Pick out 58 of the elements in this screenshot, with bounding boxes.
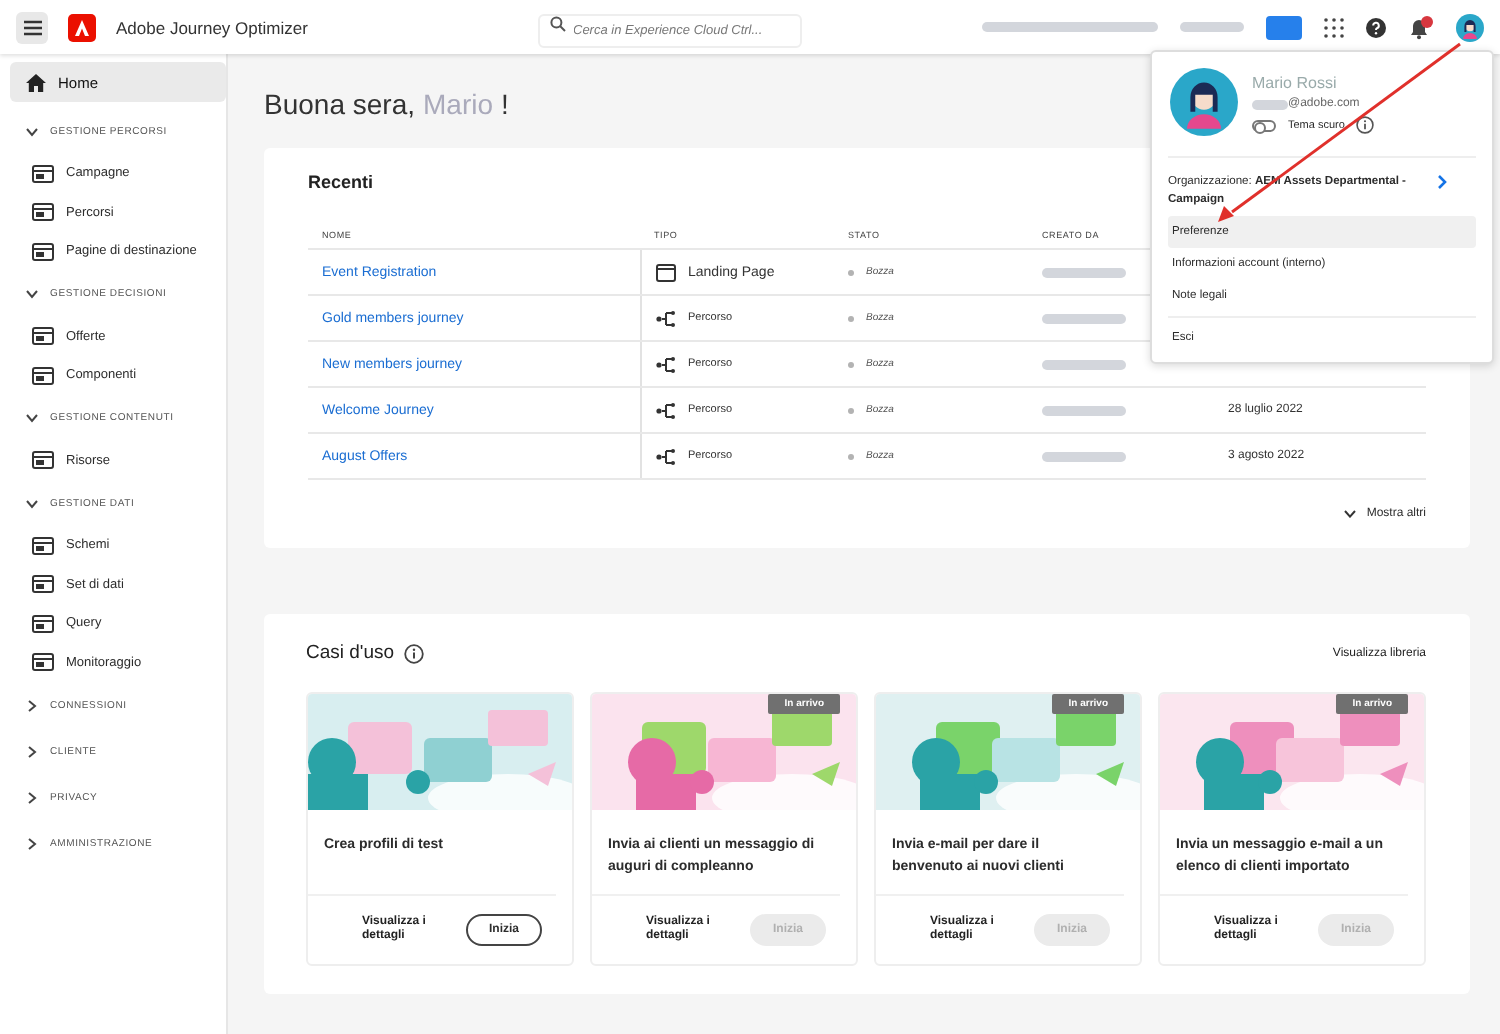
redacted-text: [1180, 22, 1244, 32]
avatar-icon: [1170, 68, 1238, 136]
redacted-text: [1042, 405, 1126, 415]
user-name: Mario: [423, 88, 494, 120]
journey-icon: [656, 355, 676, 373]
page-icon: [656, 263, 676, 281]
home-icon: [26, 73, 46, 91]
chevron-down-icon: [26, 288, 38, 300]
chevron-down-icon: [26, 412, 38, 424]
redacted-text: [1042, 267, 1126, 277]
info-icon: [404, 643, 425, 663]
search-icon: [549, 15, 565, 31]
journey-icon: [656, 447, 676, 465]
status-dot: [848, 407, 854, 413]
redacted-text: [1042, 313, 1126, 323]
environment-button[interactable]: [1266, 15, 1302, 39]
status-dot: [848, 453, 854, 459]
notification-bell-icon[interactable]: [1408, 15, 1434, 39]
chevron-right-icon[interactable]: [1436, 174, 1448, 190]
menu-icon: [23, 19, 41, 35]
user-name: Mario Rossi: [1252, 74, 1339, 92]
help-icon[interactable]: [1366, 17, 1386, 37]
info-icon: [1356, 116, 1375, 134]
chevron-down-icon: [26, 125, 38, 137]
journey-icon: [656, 309, 676, 327]
greeting: Buona sera,: [264, 88, 415, 120]
app-logo-icon: [68, 13, 96, 41]
redacted-text: [1042, 359, 1126, 369]
nav-glyph-icon: [32, 365, 54, 386]
app-title: Adobe Journey Optimizer: [116, 17, 308, 37]
nav-glyph-icon: [32, 613, 54, 634]
nav-glyph-icon: [32, 574, 54, 595]
chevron-right-icon: [26, 791, 38, 803]
nav-glyph-icon: [32, 450, 54, 471]
nav-glyph-icon: [32, 326, 54, 347]
chevron-right-icon: [26, 699, 38, 711]
status-dot: [848, 361, 854, 367]
journey-icon: [656, 401, 676, 419]
chevron-right-icon: [26, 745, 38, 757]
menu-button[interactable]: [16, 11, 48, 43]
status-dot: [848, 315, 854, 321]
chevron-down-icon: [26, 497, 38, 509]
toggle-switch[interactable]: [1252, 119, 1276, 131]
nav-glyph-icon: [32, 202, 54, 223]
greeting-end: !: [501, 88, 509, 120]
section-title: Recenti: [308, 172, 374, 192]
chevron-down-icon: [1344, 510, 1357, 518]
apps-grid-icon[interactable]: [1324, 17, 1344, 37]
chevron-right-icon: [26, 837, 38, 849]
nav-glyph-icon: [32, 652, 54, 673]
status-dot: [848, 269, 854, 275]
avatar-icon[interactable]: [1456, 13, 1484, 41]
redacted-text: [1042, 451, 1126, 461]
nav-glyph-icon: [32, 163, 54, 184]
nav-glyph-icon: [32, 241, 54, 262]
nav-glyph-icon: [32, 535, 54, 556]
section-title: Casi d'uso: [306, 642, 395, 664]
redacted-text: [1252, 99, 1288, 109]
